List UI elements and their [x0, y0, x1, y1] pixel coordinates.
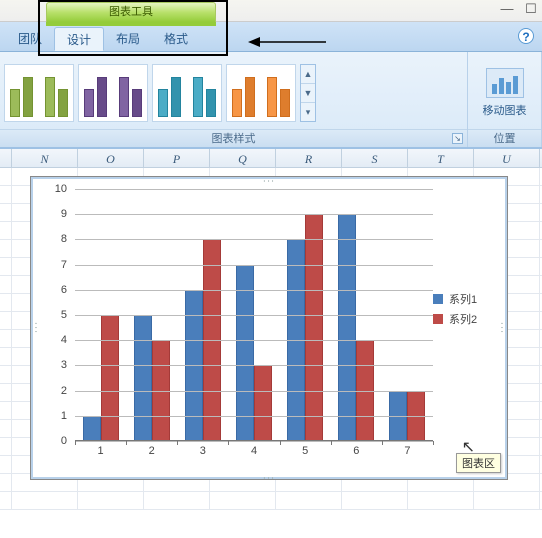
bar-series2[interactable]: [305, 214, 323, 441]
ribbon-group-location: 移动图表 位置: [468, 52, 542, 147]
chart-style-thumb[interactable]: [78, 64, 148, 122]
contextual-tab-chart-tools: 图表工具: [46, 2, 216, 22]
column-header[interactable]: R: [276, 149, 342, 167]
group-label-chart-styles: 图表样式 ↘: [0, 129, 467, 147]
ribbon-group-chart-styles: ▲▼▾ 图表样式 ↘: [0, 52, 468, 147]
ribbon: ▲▼▾ 图表样式 ↘ 移动图表 位置: [0, 52, 542, 148]
column-header[interactable]: P: [144, 149, 210, 167]
maximize-icon[interactable]: ☐: [524, 2, 538, 16]
x-tick-label: 1: [98, 445, 104, 457]
column-header[interactable]: T: [408, 149, 474, 167]
minimize-icon[interactable]: —: [500, 2, 514, 16]
tab-design[interactable]: 设计: [54, 27, 104, 51]
x-tick-label: 6: [353, 445, 359, 457]
move-chart-label: 移动图表: [483, 102, 527, 118]
tab-format[interactable]: 格式: [152, 27, 200, 51]
gallery-scroll[interactable]: ▲▼▾: [300, 64, 316, 122]
legend-swatch-series1: [433, 294, 443, 304]
bar-series2[interactable]: [254, 365, 272, 441]
bar-series1[interactable]: [236, 265, 254, 441]
window-controls: — ☐: [500, 2, 538, 16]
legend-label-series1: 系列1: [449, 291, 477, 307]
legend-label-series2: 系列2: [449, 311, 477, 327]
column-header[interactable]: S: [342, 149, 408, 167]
column-header[interactable]: U: [474, 149, 540, 167]
chart-style-thumb[interactable]: [4, 64, 74, 122]
bar-series1[interactable]: [134, 315, 152, 441]
x-tick-label: 7: [404, 445, 410, 457]
chart-plot-area: [75, 189, 433, 441]
bar-series1[interactable]: [83, 416, 101, 441]
help-icon[interactable]: ?: [518, 28, 534, 44]
column-headers: NOPQRSTU: [0, 148, 542, 168]
x-tick-label: 2: [149, 445, 155, 457]
worksheet-area: NOPQRSTU ∙∙∙ ∙∙∙ ∙∙∙ ∙∙∙ 012345678910 12…: [0, 148, 542, 528]
move-chart-button[interactable]: 移动图表: [476, 58, 534, 128]
title-bar: 图表工具 — ☐: [0, 0, 542, 22]
group-label-text: 图表样式: [212, 133, 256, 145]
legend-item-series2: 系列2: [433, 309, 489, 329]
cell-grid[interactable]: ∙∙∙ ∙∙∙ ∙∙∙ ∙∙∙ 012345678910 1234567 系列1…: [0, 168, 542, 528]
contextual-group-indicator: [46, 22, 216, 26]
legend-swatch-series2: [433, 314, 443, 324]
legend-item-series1: 系列1: [433, 289, 489, 309]
move-chart-icon: [486, 68, 524, 98]
column-header[interactable]: N: [12, 149, 78, 167]
tab-layout[interactable]: 布局: [104, 27, 152, 51]
bar-series2[interactable]: [101, 315, 119, 441]
tab-team[interactable]: 团队: [6, 27, 54, 51]
group-label-location: 位置: [468, 129, 541, 147]
chart-legend: 系列1 系列2: [433, 289, 489, 329]
chart-style-gallery: ▲▼▾: [0, 52, 467, 129]
x-tick-label: 5: [302, 445, 308, 457]
chart-tooltip: 图表区: [456, 453, 501, 473]
column-header[interactable]: O: [78, 149, 144, 167]
ribbon-tabs: 团队 设计 布局 格式 ?: [0, 22, 542, 52]
column-header[interactable]: Q: [210, 149, 276, 167]
dialog-launcher-icon[interactable]: ↘: [452, 133, 463, 144]
x-tick-label: 4: [251, 445, 257, 457]
chart-style-thumb[interactable]: [226, 64, 296, 122]
embedded-chart[interactable]: ∙∙∙ ∙∙∙ ∙∙∙ ∙∙∙ 012345678910 1234567 系列1…: [30, 176, 508, 480]
bar-series1[interactable]: [338, 214, 356, 441]
chart-x-axis: 1 2 3 4 5 6 7: [75, 445, 433, 461]
x-tick-label: 3: [200, 445, 206, 457]
chart-style-thumb[interactable]: [152, 64, 222, 122]
chart-y-axis: 012345678910: [45, 189, 71, 441]
